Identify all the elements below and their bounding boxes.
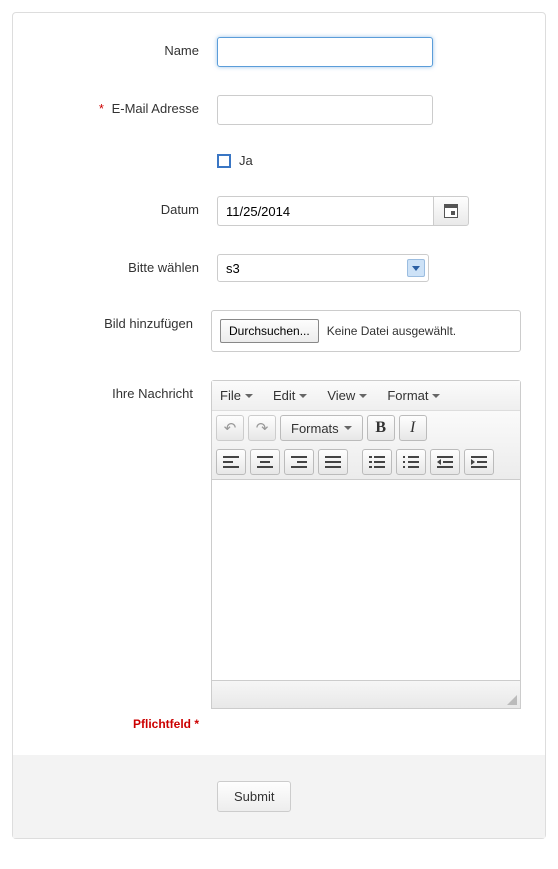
align-justify-button[interactable]	[318, 449, 348, 475]
row-name: Name	[37, 37, 521, 67]
rich-text-editor: File Edit View Format ↶ ↷ Formats B I	[211, 380, 521, 681]
file-status-text: Keine Datei ausgewählt.	[327, 324, 456, 338]
file-input-box: Durchsuchen... Keine Datei ausgewählt.	[211, 310, 521, 352]
label-date: Datum	[37, 196, 217, 217]
italic-icon: I	[410, 419, 415, 437]
caret-icon	[344, 426, 352, 430]
label-name: Name	[37, 37, 217, 58]
menu-format[interactable]: Format	[383, 386, 444, 405]
date-input[interactable]	[217, 196, 433, 226]
name-input[interactable]	[217, 37, 433, 67]
label-message: Ihre Nachricht	[37, 380, 211, 401]
bullet-list-icon	[369, 456, 385, 468]
required-star: *	[99, 101, 104, 116]
browse-button[interactable]: Durchsuchen...	[220, 319, 319, 343]
calendar-icon	[444, 204, 458, 218]
editor-statusbar	[211, 681, 521, 709]
submit-button[interactable]: Submit	[217, 781, 291, 812]
bold-icon: B	[375, 419, 386, 437]
redo-button[interactable]: ↷	[248, 415, 276, 441]
undo-button[interactable]: ↶	[216, 415, 244, 441]
chevron-down-icon	[407, 259, 425, 277]
menu-file[interactable]: File	[216, 386, 257, 405]
menu-edit[interactable]: Edit	[269, 386, 311, 405]
caret-icon	[245, 394, 253, 398]
required-note: Pflichtfeld *	[37, 717, 217, 731]
select-dropdown[interactable]	[217, 254, 429, 282]
resize-grip-icon[interactable]	[507, 695, 517, 705]
align-center-button[interactable]	[250, 449, 280, 475]
formats-button[interactable]: Formats	[280, 415, 363, 441]
menu-view[interactable]: View	[323, 386, 371, 405]
editor-menubar: File Edit View Format	[212, 381, 520, 411]
row-checkbox: Ja	[37, 153, 521, 168]
editor-content-area[interactable]	[212, 480, 520, 680]
submit-bar: Submit	[13, 755, 545, 838]
numbered-list-icon	[403, 456, 419, 468]
row-file: Bild hinzufügen Durchsuchen... Keine Dat…	[37, 310, 521, 352]
align-right-icon	[291, 456, 307, 468]
align-left-button[interactable]	[216, 449, 246, 475]
align-justify-icon	[325, 456, 341, 468]
bullet-list-button[interactable]	[362, 449, 392, 475]
label-checkbox: Ja	[239, 153, 253, 168]
align-right-button[interactable]	[284, 449, 314, 475]
form-panel: Name * E-Mail Adresse Ja Datum	[12, 12, 546, 839]
outdent-button[interactable]	[430, 449, 460, 475]
row-date: Datum	[37, 196, 521, 226]
editor-toolbar: ↶ ↷ Formats B I	[212, 411, 520, 480]
ja-checkbox[interactable]	[217, 154, 231, 168]
label-email: E-Mail Adresse	[112, 101, 199, 116]
indent-button[interactable]	[464, 449, 494, 475]
undo-icon: ↶	[224, 421, 237, 436]
select-value[interactable]	[217, 254, 429, 282]
align-left-icon	[223, 456, 239, 468]
italic-button[interactable]: I	[399, 415, 427, 441]
email-input[interactable]	[217, 95, 433, 125]
row-email: * E-Mail Adresse	[37, 95, 521, 125]
label-select: Bitte wählen	[37, 254, 217, 275]
indent-icon	[471, 456, 487, 468]
date-picker-button[interactable]	[433, 196, 469, 226]
redo-icon: ↷	[256, 421, 269, 436]
bold-button[interactable]: B	[367, 415, 395, 441]
align-center-icon	[257, 456, 273, 468]
outdent-icon	[437, 456, 453, 468]
caret-icon	[299, 394, 307, 398]
row-select: Bitte wählen	[37, 254, 521, 282]
caret-icon	[432, 394, 440, 398]
caret-icon	[359, 394, 367, 398]
numbered-list-button[interactable]	[396, 449, 426, 475]
row-message: Ihre Nachricht File Edit View Format ↶ ↷…	[37, 380, 521, 709]
label-file: Bild hinzufügen	[37, 310, 211, 331]
